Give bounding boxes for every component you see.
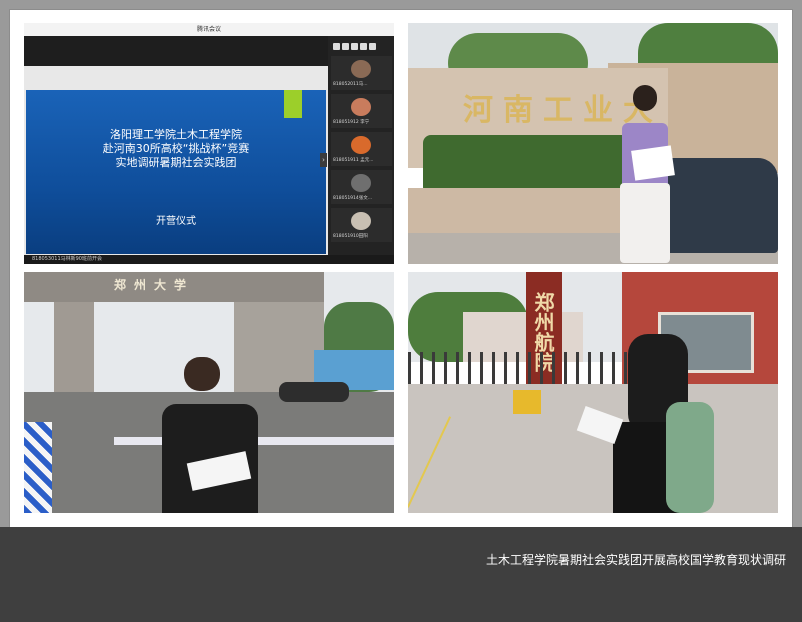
more-icon[interactable]: [369, 43, 376, 50]
slide-background: 洛阳理工学院土木工程学院 赴河南30所高校“挑战杯”竞赛 实地调研暑期社会实践团…: [26, 90, 326, 254]
participant-tile[interactable]: 818051910田阳: [331, 208, 392, 242]
photo-henan-gate: 河南工业大: [408, 23, 778, 264]
camera-icon[interactable]: [342, 43, 349, 50]
participant-tile[interactable]: 818051912 李宁: [331, 94, 392, 128]
barrier-posts: [24, 422, 52, 513]
caption-text: 土木工程学院暑期社会实践团开展高校国学教育现状调研: [485, 553, 786, 567]
pavement: [408, 384, 778, 513]
slide-title-line-3: 实地调研暑期社会实践团: [115, 156, 237, 169]
meeting-screenshot: 腾讯会议 洛阳理工学院土木工程学院 赴河南30所高校“挑战杯”竞赛 实地调研暑期…: [24, 23, 394, 264]
slide-title-line-1: 洛阳理工学院土木工程学院: [110, 128, 242, 141]
person-hair: [633, 85, 657, 111]
participant-label: 818051912 李宁: [333, 120, 370, 125]
slide-title-line-2: 赴河南30所高校“挑战杯”竞赛: [102, 142, 250, 155]
photo-zhengzhou-gate: 郑州大学: [24, 272, 394, 513]
participant-label: 818052011马...: [333, 82, 368, 87]
gate-sign: 郑州大学: [114, 278, 195, 292]
chat-icon[interactable]: [360, 43, 367, 50]
participant-panel: 818052011马... 818051912 李宁 818051911 孟元.…: [328, 36, 394, 255]
meeting-status-bar: 818053011马林新90班前开会: [24, 255, 394, 264]
participant-tile[interactable]: 818052011马...: [331, 56, 392, 90]
participant-label: 818051914张文...: [333, 196, 373, 201]
barrier-box: [513, 390, 541, 414]
caption-bar: 土木工程学院暑期社会实践团开展高校国学教育现状调研: [0, 527, 802, 622]
avatar: [351, 98, 371, 116]
participant-label: 818051911 孟元...: [333, 158, 374, 163]
participant-label: 818051910田阳: [333, 234, 368, 239]
shared-slide: 洛阳理工学院土木工程学院 赴河南30所高校“挑战杯”竞赛 实地调研暑期社会实践团…: [24, 66, 328, 262]
share-icon[interactable]: [351, 43, 358, 50]
avatar: [351, 136, 371, 154]
car: [279, 382, 349, 402]
backpack: [666, 402, 714, 513]
fence: [408, 352, 638, 386]
avatar: [351, 212, 371, 230]
avatar: [351, 174, 371, 192]
hedge: [423, 135, 653, 195]
panel-toolbar: [332, 38, 392, 52]
avatar: [351, 60, 371, 78]
collapse-panel-icon[interactable]: ›: [320, 153, 327, 167]
slide-subtitle: 开营仪式: [156, 216, 196, 227]
meeting-status-text: 818053011马林新90班前开会: [32, 256, 102, 262]
photo-zhengzhou-aero-gate: 郑州航院: [408, 272, 778, 513]
meeting-window-title: 腾讯会议: [24, 23, 394, 36]
paper: [631, 145, 675, 181]
participant-tile[interactable]: 818051911 孟元...: [331, 132, 392, 166]
mic-icon[interactable]: [333, 43, 340, 50]
person-skirt: [620, 183, 670, 263]
participant-tile[interactable]: 818051914张文...: [331, 170, 392, 204]
slide-accent-block: [284, 90, 302, 118]
slide-title: 洛阳理工学院土木工程学院 赴河南30所高校“挑战杯”竞赛 实地调研暑期社会实践团: [66, 128, 286, 170]
person-hair: [184, 357, 220, 391]
